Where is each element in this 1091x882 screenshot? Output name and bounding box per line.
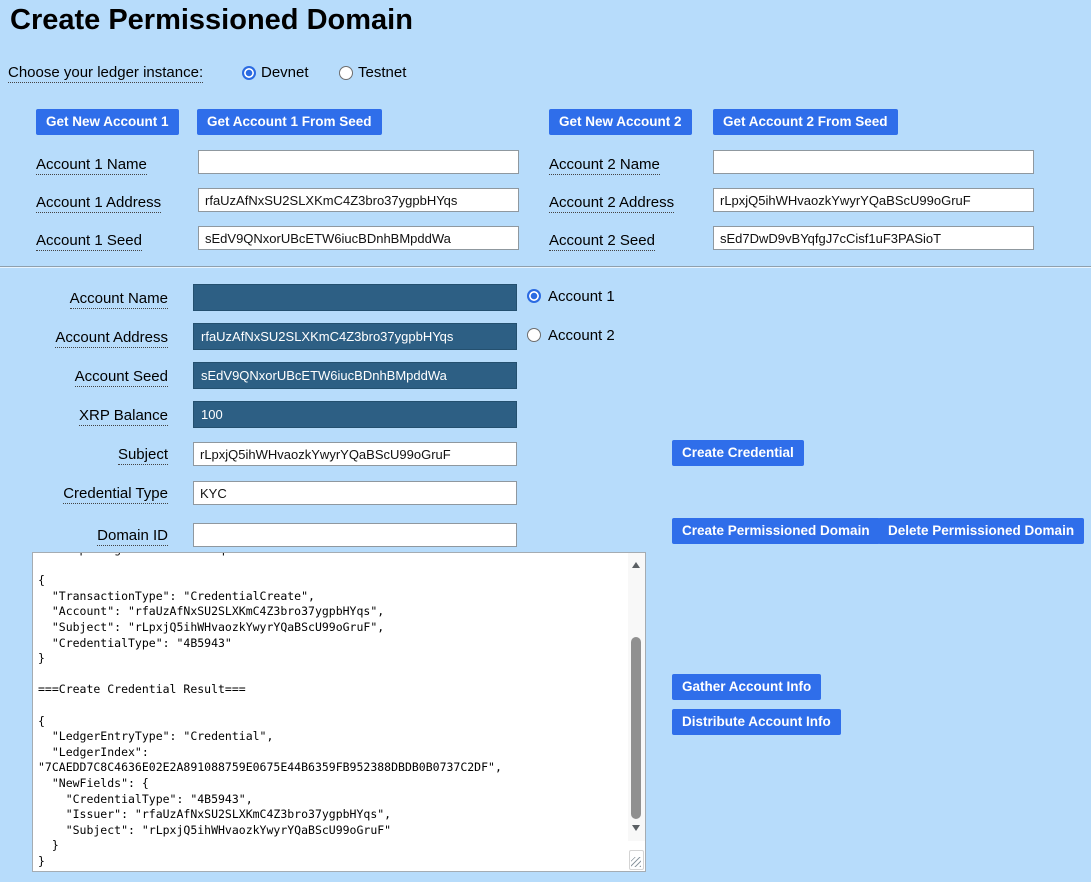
scroll-up-icon[interactable]: [632, 562, 640, 568]
account1-select-radio[interactable]: [527, 289, 541, 303]
result-log: ===Preparing Credential Request=== { "Tr…: [38, 552, 627, 869]
account-name-label: Account Name: [70, 290, 168, 309]
account2-address-label: Account 2 Address: [549, 194, 674, 213]
get-account2-from-seed-button[interactable]: Get Account 2 From Seed: [713, 109, 898, 135]
get-account1-from-seed-button[interactable]: Get Account 1 From Seed: [197, 109, 382, 135]
resize-grip-icon[interactable]: [629, 850, 644, 870]
testnet-radio[interactable]: [339, 66, 353, 80]
account1-seed-label: Account 1 Seed: [36, 232, 142, 251]
scrollbar-track[interactable]: [628, 553, 645, 841]
domain-id-input[interactable]: [193, 523, 517, 547]
credential-type-label: Credential Type: [63, 485, 168, 504]
testnet-radio-label[interactable]: Testnet: [358, 64, 406, 81]
subject-input[interactable]: [193, 442, 517, 466]
scrollbar-thumb[interactable]: [631, 637, 641, 819]
devnet-radio-label[interactable]: Devnet: [261, 64, 309, 81]
get-new-account2-button[interactable]: Get New Account 2: [549, 109, 692, 135]
domain-id-label: Domain ID: [97, 527, 168, 546]
account-address-label-wrap: Account Address: [0, 329, 168, 346]
account2-seed-label: Account 2 Seed: [549, 232, 655, 251]
subject-label: Subject: [118, 446, 168, 465]
scroll-down-icon[interactable]: [632, 825, 640, 831]
account2-select-label[interactable]: Account 2: [548, 327, 615, 344]
gather-account-info-button[interactable]: Gather Account Info: [672, 674, 821, 700]
account2-address-input[interactable]: [713, 188, 1034, 212]
account1-name-label: Account 1 Name: [36, 156, 147, 175]
account1-address-label: Account 1 Address: [36, 194, 161, 213]
account1-address-input[interactable]: [198, 188, 519, 212]
delete-permissioned-domain-button[interactable]: Delete Permissioned Domain: [878, 518, 1084, 544]
create-credential-button[interactable]: Create Credential: [672, 440, 804, 466]
section-divider: [0, 266, 1091, 268]
account2-name-label: Account 2 Name: [549, 156, 660, 175]
account-seed-label-wrap: Account Seed: [0, 368, 168, 385]
account-address-input[interactable]: [193, 323, 517, 350]
xrp-balance-label-wrap: XRP Balance: [0, 407, 168, 424]
account-name-label-wrap: Account Name: [0, 290, 168, 307]
account1-seed-input[interactable]: [198, 226, 519, 250]
account-seed-input[interactable]: [193, 362, 517, 389]
credential-type-input[interactable]: [193, 481, 517, 505]
account2-name-input[interactable]: [713, 150, 1034, 174]
xrp-balance-input[interactable]: [193, 401, 517, 428]
resize-grip-lines: [631, 857, 641, 867]
create-permissioned-domain-button[interactable]: Create Permissioned Domain: [672, 518, 880, 544]
xrp-balance-label: XRP Balance: [79, 407, 168, 426]
distribute-account-info-button[interactable]: Distribute Account Info: [672, 709, 841, 735]
account-address-label: Account Address: [55, 329, 168, 348]
devnet-radio[interactable]: [242, 66, 256, 80]
account-name-input[interactable]: [193, 284, 517, 311]
account-seed-label: Account Seed: [75, 368, 168, 387]
subject-label-wrap: Subject: [0, 446, 168, 463]
get-new-account1-button[interactable]: Get New Account 1: [36, 109, 179, 135]
account2-seed-input[interactable]: [713, 226, 1034, 250]
account1-select-label[interactable]: Account 1: [548, 288, 615, 305]
ledger-instance-label: Choose your ledger instance:: [8, 64, 203, 83]
result-textarea[interactable]: ===Preparing Credential Request=== { "Tr…: [32, 552, 646, 872]
page-title: Create Permissioned Domain: [10, 4, 413, 37]
credential-type-label-wrap: Credential Type: [0, 485, 168, 502]
domain-id-label-wrap: Domain ID: [0, 527, 168, 544]
account2-select-radio[interactable]: [527, 328, 541, 342]
account1-name-input[interactable]: [198, 150, 519, 174]
